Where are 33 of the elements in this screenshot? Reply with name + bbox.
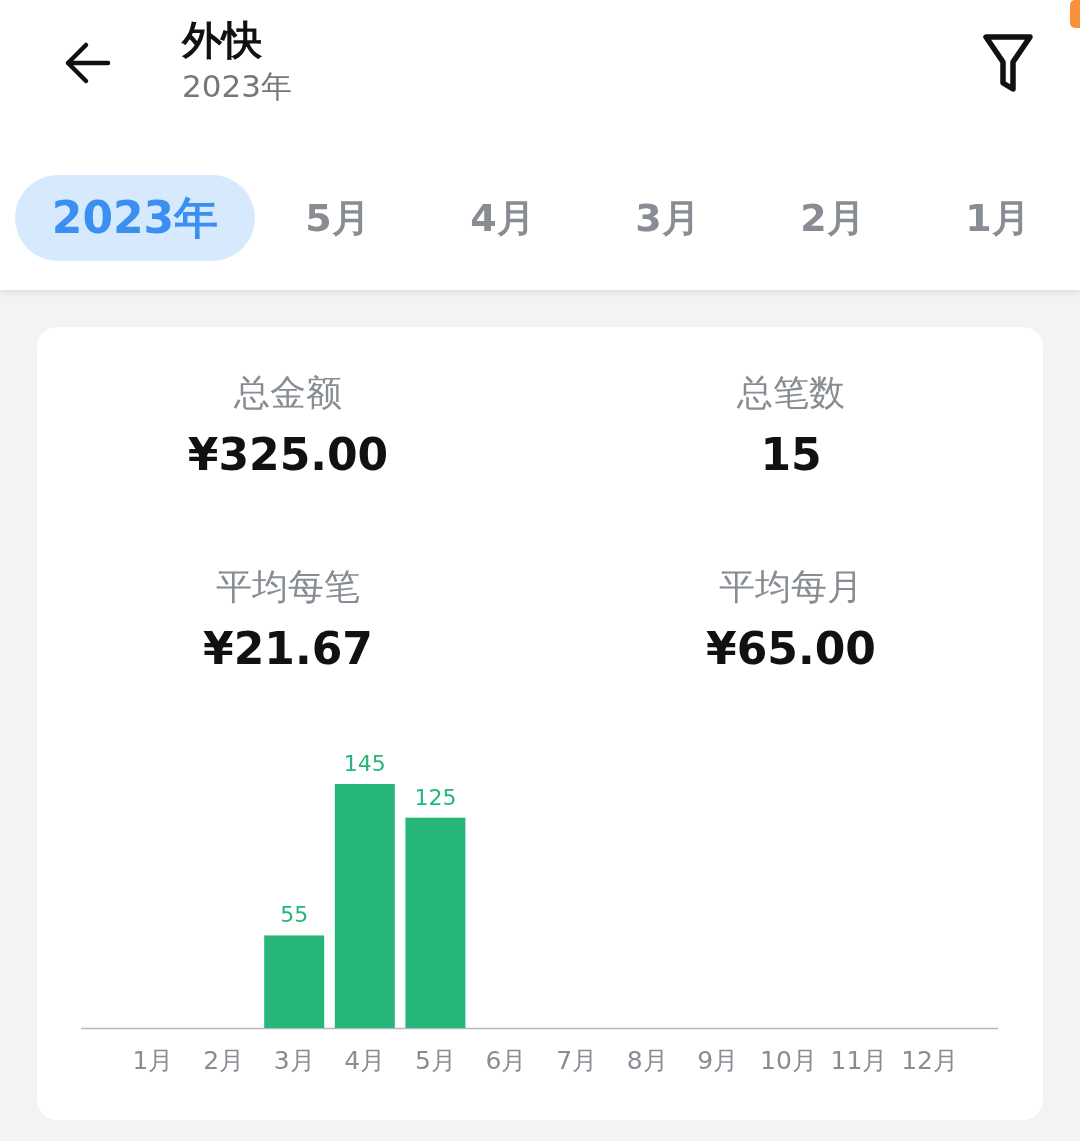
period-tab[interactable]: 4月 bbox=[420, 175, 585, 261]
stat-label: 总金额 bbox=[234, 371, 342, 415]
stat-value: ¥65.00 bbox=[706, 622, 876, 676]
axis-label: 3月 bbox=[273, 1046, 315, 1075]
period-tab[interactable]: 2023年 bbox=[15, 175, 255, 261]
page-subtitle: 2023年 bbox=[182, 67, 292, 106]
stat-value: ¥21.67 bbox=[203, 622, 373, 676]
stat-value: 15 bbox=[760, 428, 822, 482]
axis-label: 11月 bbox=[830, 1046, 888, 1075]
axis-label: 9月 bbox=[697, 1046, 739, 1075]
axis-label: 5月 bbox=[414, 1046, 456, 1075]
axis-label: 4月 bbox=[344, 1046, 386, 1075]
page-title: 外快 bbox=[182, 16, 263, 65]
data-label: 125 bbox=[414, 784, 457, 810]
data-label: 145 bbox=[343, 751, 386, 776]
stat-label: 总笔数 bbox=[737, 371, 845, 415]
axis-label: 10月 bbox=[760, 1046, 817, 1075]
stat-label: 平均每月 bbox=[719, 565, 863, 609]
scroll-indicator bbox=[1070, 0, 1080, 28]
stat-value: ¥325.00 bbox=[187, 428, 389, 482]
filter-icon[interactable] bbox=[982, 32, 1034, 94]
axis-label: 7月 bbox=[556, 1046, 598, 1075]
period-tab[interactable]: 2月 bbox=[750, 175, 915, 261]
stat-label: 平均每笔 bbox=[216, 565, 360, 609]
axis-label: 8月 bbox=[626, 1046, 668, 1075]
period-tab[interactable]: 5月 bbox=[255, 175, 420, 261]
data-label: 55 bbox=[280, 902, 309, 928]
axis-label: 1月 bbox=[132, 1046, 174, 1075]
axis-label: 6月 bbox=[485, 1046, 527, 1075]
axis-label: 12月 bbox=[901, 1046, 958, 1075]
period-tab[interactable]: 1月 bbox=[915, 175, 1080, 261]
axis-label: 2月 bbox=[203, 1046, 245, 1075]
period-tab[interactable]: 3月 bbox=[585, 175, 750, 261]
